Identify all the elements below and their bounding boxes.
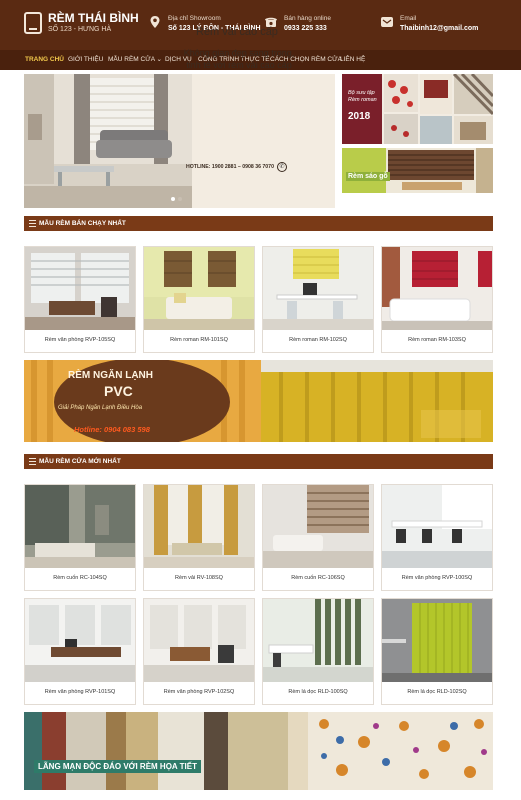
hero-slider[interactable]	[24, 74, 335, 208]
chevron-down-icon: ⌄	[156, 56, 162, 63]
hero-hotline: HOTLINE: 1900 2881 – 0908 36 7070 ✆	[186, 162, 287, 172]
product-image	[144, 485, 254, 568]
product-image	[382, 485, 492, 568]
logo-name: RÈM THÁI BÌNH	[48, 11, 139, 25]
hero-title: Rèm vải cao cấp	[196, 26, 278, 38]
slider-dots	[171, 197, 182, 201]
product-name[interactable]: Rèm cuốn RC-104SQ	[25, 575, 135, 581]
location-pin-icon	[150, 16, 160, 28]
product-image	[144, 599, 254, 682]
hero-subtitle-2: tinh tế với rèm vải cao cấp	[186, 60, 292, 70]
product-card[interactable]: Rèm văn phòng RVP-100SQ	[381, 484, 493, 591]
product-name[interactable]: Rèm văn phòng RVP-102SQ	[144, 689, 254, 695]
product-card[interactable]: Rèm roman RM-102SQ	[262, 246, 374, 353]
product-card[interactable]: Rèm lá dọc RLD-100SQ	[262, 598, 374, 705]
menu-lines-icon	[29, 220, 36, 227]
pvc-subtitle: Giải Pháp Ngăn Lạnh Điều Hòa	[58, 405, 143, 411]
product-card[interactable]: Rèm văn phòng RVP-102SQ	[143, 598, 255, 705]
nav-home[interactable]: TRANG CHỦ	[25, 50, 64, 70]
phone-label: Bán hàng online	[284, 15, 331, 22]
nav-curtain-models-label: MẪU RÈM CỬA	[108, 56, 155, 63]
pattern-curtain-banner[interactable]	[24, 712, 493, 790]
pvc-banner-right-image	[261, 360, 493, 442]
slider-dot[interactable]	[178, 197, 182, 201]
section-title: MẪU RÈM CỬA MỚI NHẤT	[39, 458, 121, 465]
product-card[interactable]: Rèm cuốn RC-106SQ	[262, 484, 374, 591]
product-card[interactable]: Rèm roman RM-101SQ	[143, 246, 255, 353]
phone-value[interactable]: 0933 225 333	[284, 23, 331, 35]
section-header-best-sellers: MẪU RÈM BÁN CHẠY NHẤT	[24, 216, 493, 231]
product-image	[25, 485, 135, 568]
product-image	[25, 247, 135, 330]
nav-contact[interactable]: LIÊN HỆ	[340, 50, 365, 70]
hero-hotline-text: HOTLINE: 1900 2881 – 0908 36 7070	[186, 164, 274, 170]
wood-blinds-label: Rèm sáo gỗ	[346, 172, 390, 181]
collection-label-2: Rèm roman	[348, 97, 377, 103]
product-image	[263, 247, 373, 330]
product-name[interactable]: Rèm lá dọc RLD-100SQ	[263, 689, 373, 695]
product-card[interactable]: Rèm cuốn RC-104SQ	[24, 484, 136, 591]
nav-about[interactable]: GIỚI THIỆU	[68, 50, 103, 70]
product-name[interactable]: Rèm lá dọc RLD-102SQ	[382, 689, 492, 695]
product-image	[25, 599, 135, 682]
hero-room-image	[24, 74, 199, 208]
product-name[interactable]: Rèm văn phòng RVP-101SQ	[25, 689, 135, 695]
product-name[interactable]: Rèm văn phòng RVP-105SQ	[25, 337, 135, 343]
product-image	[382, 599, 492, 682]
envelope-icon	[381, 17, 393, 27]
logo-icon	[24, 12, 42, 34]
section-title: MẪU RÈM BÁN CHẠY NHẤT	[39, 220, 126, 227]
wood-blinds-banner[interactable]	[342, 148, 493, 193]
header-bar: RÈM THÁI BÌNH SỐ 123 - HƯNG HÀ Địa chỉ S…	[0, 0, 521, 50]
pvc-title-2: PVC	[104, 383, 133, 399]
product-name[interactable]: Rèm cuốn RC-106SQ	[263, 575, 373, 581]
product-card[interactable]: Rèm vải RV-108SQ	[143, 484, 255, 591]
nav-curtain-models[interactable]: MẪU RÈM CỬA ⌄	[108, 50, 162, 70]
section-header-newest: MẪU RÈM CỬA MỚI NHẤT	[24, 454, 493, 469]
email-value[interactable]: Thaibinh12@gmail.com	[400, 23, 478, 35]
product-card[interactable]: Rèm văn phòng RVP-105SQ	[24, 246, 136, 353]
pvc-title-1: RÈM NGĂN LẠNH	[68, 370, 153, 381]
product-name[interactable]: Rèm roman RM-102SQ	[263, 337, 373, 343]
product-name[interactable]: Rèm vải RV-108SQ	[144, 575, 254, 581]
pattern-banner-label: LÃNG MẠN ĐỘC ĐÁO VỚI RÈM HỌA TIẾT	[34, 760, 201, 773]
hero-text-panel	[192, 74, 335, 208]
product-card[interactable]: Rèm lá dọc RLD-102SQ	[381, 598, 493, 705]
email-label: Email	[400, 15, 417, 22]
collection-label-1: Bộ sưu tập	[348, 90, 375, 96]
product-image	[382, 247, 492, 330]
menu-lines-icon	[29, 458, 36, 465]
showroom-label: Địa chỉ Showroom	[168, 15, 221, 22]
hero-subtitle-1: Không gian đẹp sang trọng,	[183, 48, 295, 58]
product-card[interactable]: Rèm roman RM-103SQ	[381, 246, 493, 353]
product-image	[263, 599, 373, 682]
product-image	[263, 485, 373, 568]
product-name[interactable]: Rèm roman RM-103SQ	[382, 337, 492, 343]
phone-call-icon[interactable]: ✆	[276, 162, 287, 172]
product-card[interactable]: Rèm văn phòng RVP-101SQ	[24, 598, 136, 705]
pvc-hotline[interactable]: Hotline: 0904 083 598	[74, 425, 150, 434]
slider-dot[interactable]	[171, 197, 175, 201]
roman-collection-banner[interactable]	[342, 74, 493, 144]
product-name[interactable]: Rèm roman RM-101SQ	[144, 337, 254, 343]
product-name[interactable]: Rèm văn phòng RVP-100SQ	[382, 575, 492, 581]
email-info: Email Thaibinh12@gmail.com	[380, 14, 478, 35]
collection-year: 2018	[348, 111, 371, 122]
product-image	[144, 247, 254, 330]
logo[interactable]: RÈM THÁI BÌNH SỐ 123 - HƯNG HÀ	[24, 12, 139, 34]
logo-sub: SỐ 123 - HƯNG HÀ	[48, 26, 112, 33]
